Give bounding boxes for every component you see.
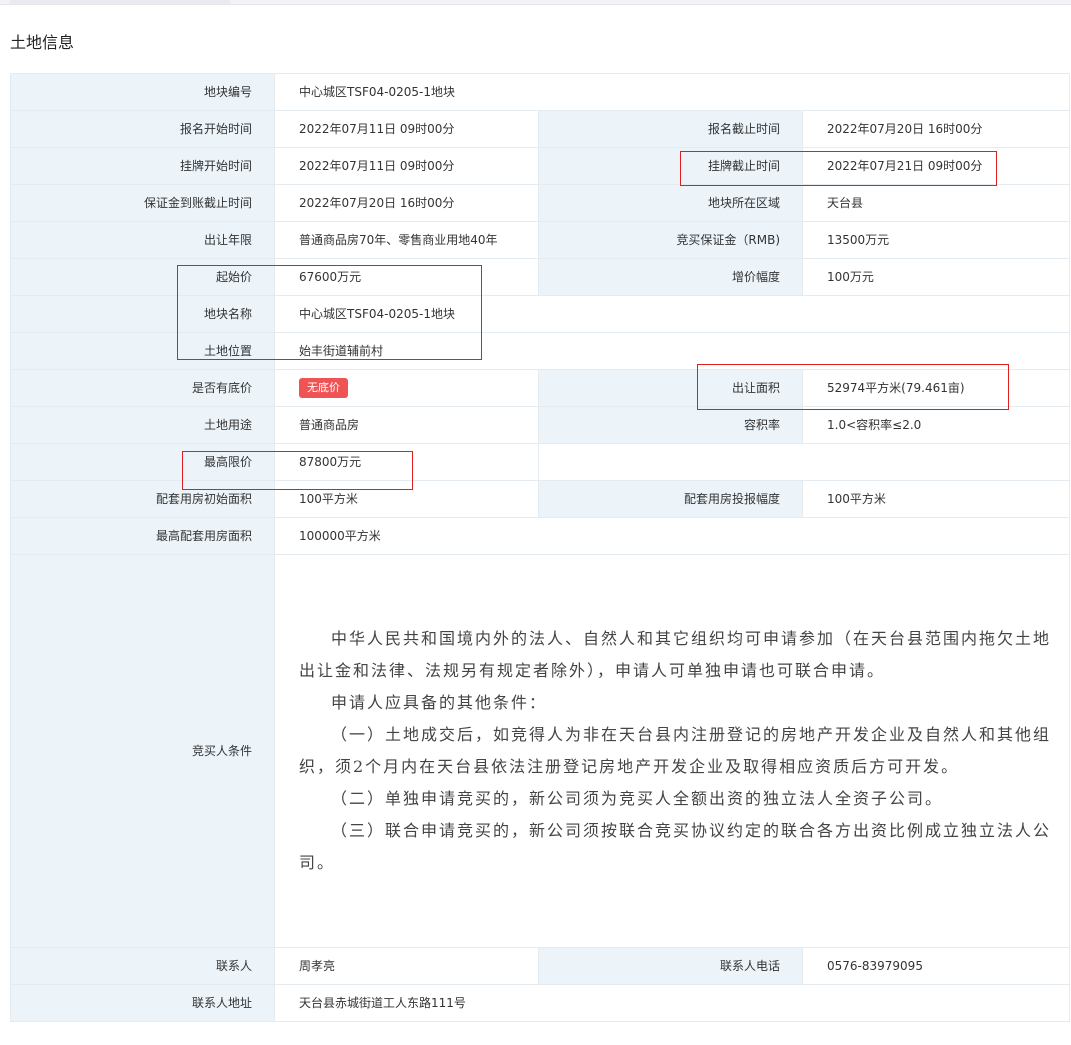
field-label: 竞买人条件 [10, 554, 275, 948]
field-value: 中心城区TSF04-0205-1地块 [273, 295, 1071, 333]
field-label: 出让面积 [538, 369, 803, 407]
table-row: 土地位置 始丰街道辅前村 [10, 332, 1071, 370]
field-label: 挂牌截止时间 [538, 147, 803, 185]
field-value: 100万元 [801, 258, 1071, 296]
field-label: 最高配套用房面积 [10, 517, 275, 555]
conditions-paragraph: （三）联合申请竞买的，新公司须按联合竞买协议约定的联合各方出资比例成立独立法人公… [299, 821, 1052, 872]
field-label: 配套用房投报幅度 [538, 480, 803, 518]
table-row: 地块名称 中心城区TSF04-0205-1地块 [10, 295, 1071, 333]
table-row: 竞买人条件 中华人民共和国境内外的法人、自然人和其它组织均可申请参加（在天台县范… [10, 554, 1071, 948]
field-label: 出让年限 [10, 221, 275, 259]
field-label: 地块编号 [10, 73, 275, 111]
table-row: 报名开始时间 2022年07月11日 09时00分 报名截止时间 2022年07… [10, 110, 1071, 148]
table-row: 地块编号 中心城区TSF04-0205-1地块 [10, 73, 1071, 111]
field-label: 土地位置 [10, 332, 275, 370]
table-row: 土地用途 普通商品房 容积率 1.0<容积率≤2.0 [10, 406, 1071, 444]
table-row: 是否有底价 无底价 出让面积 52974平方米(79.461亩) [10, 369, 1071, 407]
field-label: 报名开始时间 [10, 110, 275, 148]
table-row: 联系人地址 天台县赤城街道工人东路111号 [10, 984, 1071, 1022]
field-label: 联系人 [10, 947, 275, 985]
field-label: 保证金到账截止时间 [10, 184, 275, 222]
table-row: 联系人 周孝亮 联系人电话 0576-83979095 [10, 947, 1071, 985]
field-value: 普通商品房70年、零售商业用地40年 [274, 221, 539, 259]
field-label: 容积率 [538, 406, 803, 444]
conditions-paragraph: 申请人应具备的其他条件： [331, 693, 548, 712]
field-label: 最高限价 [10, 443, 275, 481]
top-strip [0, 0, 1071, 5]
table-row: 挂牌开始时间 2022年07月11日 09时00分 挂牌截止时间 2022年07… [10, 147, 1071, 185]
field-label: 联系人地址 [10, 984, 275, 1022]
table-row: 保证金到账截止时间 2022年07月20日 16时00分 地块所在区域 天台县 [10, 184, 1071, 222]
field-label: 地块名称 [10, 295, 275, 333]
field-value: 100平方米 [274, 480, 539, 518]
field-value: 中心城区TSF04-0205-1地块 [273, 73, 1071, 111]
field-label: 报名截止时间 [538, 110, 803, 148]
field-value: 2022年07月11日 09时00分 [274, 147, 539, 185]
field-value: 2022年07月11日 09时00分 [274, 110, 539, 148]
tab-hint [10, 0, 230, 4]
field-label: 联系人电话 [538, 947, 803, 985]
empty-cell [537, 443, 1071, 481]
field-value: 2022年07月20日 16时00分 [801, 110, 1071, 148]
table-row: 最高限价 87800万元 [10, 443, 1071, 481]
field-label: 是否有底价 [10, 369, 275, 407]
field-value: 0576-83979095 [801, 947, 1071, 985]
field-label: 地块所在区域 [538, 184, 803, 222]
table-row: 起始价 67600万元 增价幅度 100万元 [10, 258, 1071, 296]
field-label: 增价幅度 [538, 258, 803, 296]
land-info-table: 地块编号 中心城区TSF04-0205-1地块 报名开始时间 2022年07月1… [10, 73, 1071, 1022]
field-value: 2022年07月21日 09时00分 [801, 147, 1071, 185]
page-title: 土地信息 [10, 33, 75, 52]
table-row: 出让年限 普通商品房70年、零售商业用地40年 竞买保证金（RMB) 13500… [10, 221, 1071, 259]
field-label: 起始价 [10, 258, 275, 296]
field-value: 无底价 [274, 369, 539, 407]
field-value: 始丰街道辅前村 [273, 332, 1071, 370]
conditions-paragraph: （一）土地成交后，如竞得人为非在天台县内注册登记的房地产开发企业及自然人和其他组… [299, 725, 1052, 776]
conditions-paragraph: （二）单独申请竞买的，新公司须为竞买人全额出资的独立法人全资子公司。 [331, 789, 944, 808]
field-value: 13500万元 [801, 221, 1071, 259]
field-value: 100000平方米 [273, 517, 1071, 555]
field-value: 87800万元 [274, 443, 539, 481]
field-value: 天台县赤城街道工人东路111号 [273, 984, 1071, 1022]
field-label: 挂牌开始时间 [10, 147, 275, 185]
field-value: 100平方米 [801, 480, 1071, 518]
table-row: 最高配套用房面积 100000平方米 [10, 517, 1071, 555]
field-value: 天台县 [801, 184, 1071, 222]
field-value: 1.0<容积率≤2.0 [801, 406, 1071, 444]
field-label: 配套用房初始面积 [10, 480, 275, 518]
field-value: 2022年07月20日 16时00分 [274, 184, 539, 222]
field-value: 普通商品房 [274, 406, 539, 444]
field-value: 67600万元 [274, 258, 539, 296]
conditions-text: 中华人民共和国境内外的法人、自然人和其它组织均可申请参加（在天台县范围内拖欠土地… [299, 615, 1069, 887]
field-value: 52974平方米(79.461亩) [801, 369, 1071, 407]
no-reserve-badge: 无底价 [299, 378, 348, 398]
conditions-paragraph: 中华人民共和国境内外的法人、自然人和其它组织均可申请参加（在天台县范围内拖欠土地… [299, 629, 1052, 680]
conditions-cell: 中华人民共和国境内外的法人、自然人和其它组织均可申请参加（在天台县范围内拖欠土地… [273, 554, 1071, 948]
field-label: 土地用途 [10, 406, 275, 444]
field-label: 竞买保证金（RMB) [538, 221, 803, 259]
table-row: 配套用房初始面积 100平方米 配套用房投报幅度 100平方米 [10, 480, 1071, 518]
field-value: 周孝亮 [274, 947, 539, 985]
